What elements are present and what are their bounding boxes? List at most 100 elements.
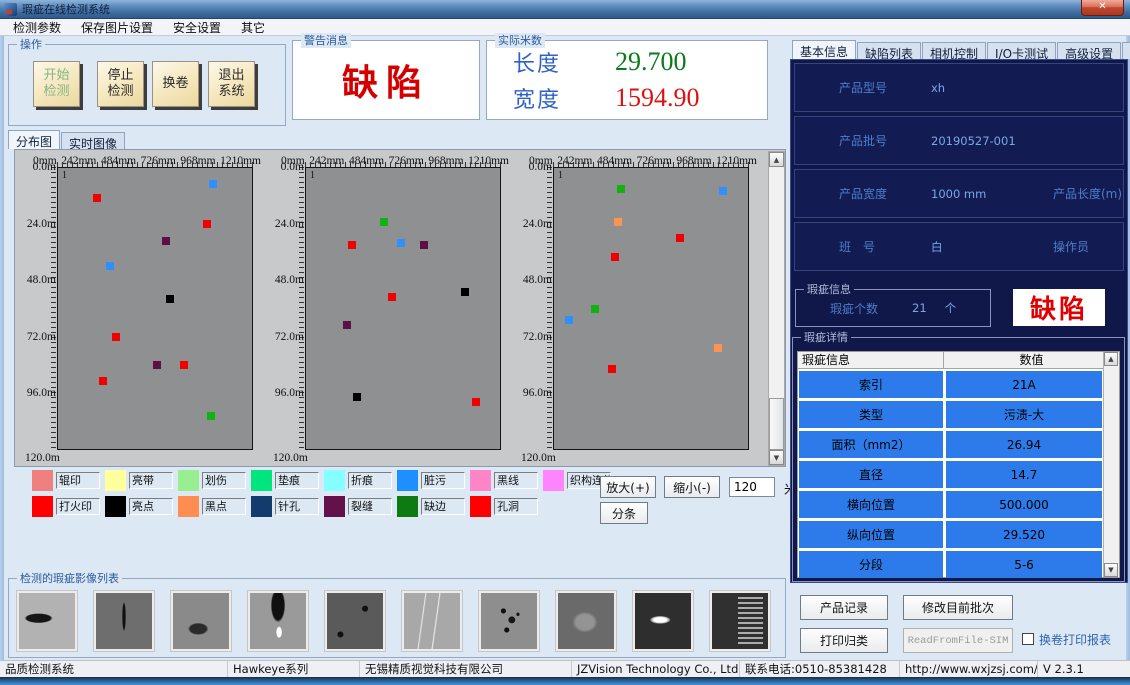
defect-count-label: 瑕疵个数 bbox=[830, 300, 878, 317]
legend-swatch bbox=[251, 496, 272, 517]
legend-swatch bbox=[178, 496, 199, 517]
scatter-point bbox=[461, 288, 469, 296]
legend-label: 孔洞 bbox=[494, 498, 538, 515]
y-axis-gutter: 0.0m24.0m48.0m72.0m96.0m bbox=[271, 167, 305, 450]
menu-item-3[interactable]: 安全设置 bbox=[163, 19, 231, 36]
plots-vertical-scrollbar[interactable]: ▲ ▼ bbox=[768, 151, 785, 466]
legend-label: 黑线 bbox=[494, 472, 538, 489]
defect-thumbnail-10[interactable] bbox=[710, 591, 770, 651]
defect-table-body: 索引21A 类型污渍-大面积（mm2）26.94 直径14.7 横向位置500.000… bbox=[798, 369, 1119, 578]
scatter-point bbox=[112, 333, 120, 341]
legend-label: 辊印 bbox=[56, 472, 100, 489]
info-value: 1000 mm bbox=[931, 187, 1053, 201]
op-button-1[interactable]: 开始 检测 bbox=[33, 61, 80, 107]
scatter-point bbox=[99, 377, 107, 385]
scatter-point bbox=[397, 239, 405, 247]
window-border-left bbox=[0, 36, 4, 660]
defect-thumbnail-8[interactable] bbox=[556, 591, 616, 651]
y-axis-gutter: 0.0m24.0m48.0m72.0m96.0m bbox=[519, 167, 553, 450]
y-tick-label: 24.0m bbox=[27, 218, 56, 230]
defect-thumbnail-5[interactable] bbox=[325, 591, 385, 651]
warning-group: 警告消息 缺陷 bbox=[292, 40, 480, 120]
menu-item-1[interactable]: 检测参数 bbox=[3, 19, 71, 36]
panel-index-label: 1 bbox=[310, 170, 315, 181]
defect-thumbnail-2[interactable] bbox=[94, 591, 154, 651]
defect-detail-row-2[interactable]: 类型污渍-大 bbox=[799, 401, 1102, 428]
defect-thumbnail-1[interactable] bbox=[17, 591, 77, 651]
legend-label: 脏污 bbox=[421, 472, 465, 489]
legend-swatch bbox=[251, 470, 272, 491]
split-button[interactable]: 分条 bbox=[600, 502, 648, 524]
defect-field-value: 14.7 bbox=[946, 461, 1102, 488]
scatter-point bbox=[388, 293, 396, 301]
defect-thumbnail-9[interactable] bbox=[633, 591, 693, 651]
status-segment-1: 品质检测系统 bbox=[0, 661, 228, 677]
scroll-down-button[interactable]: ▼ bbox=[769, 450, 784, 465]
scatter-point bbox=[719, 187, 727, 195]
defect-thumbnail-7[interactable] bbox=[479, 591, 539, 651]
op-button-2[interactable]: 停止 检测 bbox=[97, 61, 144, 107]
defect-summary-group: 瑕疵信息 瑕疵个数 21 个 bbox=[795, 289, 991, 327]
op-button-3[interactable]: 换卷 bbox=[152, 61, 199, 107]
status-segment-7: V 2.3.1 bbox=[1038, 661, 1130, 677]
defect-detail-row-7[interactable]: 分段5-6 bbox=[799, 551, 1102, 578]
y-tick-label: 0.0m bbox=[33, 161, 56, 173]
defect-field-name: 横向位置 bbox=[799, 491, 943, 518]
table-scroll-up[interactable]: ▲ bbox=[1104, 352, 1118, 366]
right-tab-1[interactable]: 基本信息 bbox=[792, 40, 856, 59]
scatter-panel-2: 0mm242mm484mm726mm968mm1210mm0.0m24.0m48… bbox=[271, 152, 511, 466]
info-label: 产品宽度 bbox=[839, 185, 931, 202]
app-icon bbox=[4, 3, 17, 16]
product-record-button[interactable]: 产品记录 bbox=[800, 595, 888, 620]
defect-detail-row-4[interactable]: 直径14.7 bbox=[799, 461, 1102, 488]
legend-label: 亮点 bbox=[129, 498, 173, 515]
product-info-row-4: 班 号白操作员zjy bbox=[794, 222, 1124, 271]
defect-count-value: 21 bbox=[912, 301, 927, 315]
scroll-up-button[interactable]: ▲ bbox=[769, 152, 784, 167]
thumbnail-group-label: 检测的瑕疵影像列表 bbox=[17, 571, 122, 586]
right-tab-3[interactable]: 相机控制 bbox=[922, 42, 986, 59]
panel-index-label: 1 bbox=[558, 170, 563, 181]
status-segment-5: 联系电话:0510-85381428 bbox=[740, 661, 900, 677]
right-tab-5[interactable]: 高级设置 bbox=[1057, 42, 1121, 59]
table-scroll-down[interactable]: ▼ bbox=[1104, 563, 1118, 577]
scatter-point bbox=[676, 234, 684, 242]
modify-batch-button[interactable]: 修改目前批次 bbox=[903, 595, 1013, 620]
scale-value-input[interactable] bbox=[729, 477, 775, 497]
op-button-4[interactable]: 退出 系统 bbox=[208, 61, 255, 107]
defect-detail-row-6[interactable]: 纵向位置29.520 bbox=[799, 521, 1102, 548]
defect-thumbnail-6[interactable] bbox=[402, 591, 462, 651]
title-bar[interactable]: 瑕疵在线检测系统 ✕ bbox=[0, 0, 1130, 19]
y-tick-label: 24.0m bbox=[523, 218, 552, 230]
defect-thumbnail-4[interactable] bbox=[248, 591, 308, 651]
menu-item-4[interactable]: 其它 bbox=[231, 19, 275, 36]
legend-swatch bbox=[178, 470, 199, 491]
view-tab-2[interactable]: 实时图像 bbox=[61, 132, 125, 149]
defect-field-value: 21A bbox=[946, 371, 1102, 398]
close-button[interactable]: ✕ bbox=[1081, 0, 1124, 16]
print-classify-button[interactable]: 打印归类 bbox=[800, 628, 888, 653]
defect-detail-row-5[interactable]: 横向位置500.000 bbox=[799, 491, 1102, 518]
defect-detail-row-3[interactable]: 面积（mm2）26.94 bbox=[799, 431, 1102, 458]
right-tab-2[interactable]: 缺陷列表 bbox=[857, 42, 921, 59]
table-scrollbar[interactable]: ▲ ▼ bbox=[1103, 352, 1119, 577]
right-tab-4[interactable]: I/O卡测试 bbox=[987, 42, 1056, 59]
defect-detail-row-1[interactable]: 索引21A bbox=[799, 371, 1102, 398]
right-tab-6[interactable]: 运行状态信息 bbox=[1122, 42, 1130, 59]
legend-swatch bbox=[32, 470, 53, 491]
legend-swatch bbox=[32, 496, 53, 517]
print-report-checkbox[interactable] bbox=[1022, 633, 1034, 645]
menu-item-2[interactable]: 保存图片设置 bbox=[71, 19, 163, 36]
scrollbar-thumb[interactable] bbox=[769, 398, 784, 450]
defect-field-value: 29.520 bbox=[946, 521, 1102, 548]
zoom-out-button[interactable]: 缩小(-) bbox=[664, 476, 720, 498]
defect-thumbnail-3[interactable] bbox=[171, 591, 231, 651]
scatter-point bbox=[180, 361, 188, 369]
view-tab-1[interactable]: 分布图 bbox=[8, 130, 60, 149]
read-from-file-button[interactable]: ReadFromFile-SIM bbox=[903, 628, 1013, 653]
legend-swatch bbox=[397, 496, 418, 517]
zoom-in-button[interactable]: 放大(+) bbox=[600, 476, 656, 498]
legend-swatch bbox=[105, 470, 126, 491]
operation-group-label: 操作 bbox=[17, 37, 45, 52]
y-tick-label: 48.0m bbox=[275, 274, 304, 286]
